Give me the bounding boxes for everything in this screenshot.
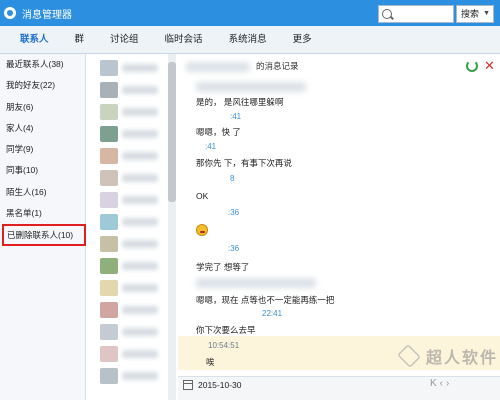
window-title: 消息管理器 [22, 9, 72, 21]
search-button-label: 搜索 [461, 9, 480, 19]
tab-discussion[interactable]: 讨论组 [100, 26, 149, 54]
contact-name-blurred [122, 152, 158, 160]
contact-name-blurred [122, 64, 158, 72]
watermark: 超人软件 [396, 344, 498, 368]
close-icon[interactable]: ✕ [484, 58, 495, 74]
page-navigation[interactable]: K‹› [430, 378, 452, 389]
group-friends[interactable]: 朋友(6) [0, 97, 85, 118]
contact-name-blurred [122, 284, 158, 292]
avatar[interactable] [100, 302, 118, 318]
qq-app-icon [4, 7, 16, 19]
contact-name-blurred [122, 350, 158, 358]
history-header: 的消息记录 [256, 61, 299, 71]
contact-name-blurred [186, 62, 250, 72]
avatar[interactable] [100, 346, 118, 362]
refresh-icon[interactable] [466, 60, 478, 72]
contact-name-blurred [122, 328, 158, 336]
message-time: :36 [228, 244, 240, 253]
tab-temp-chat[interactable]: 临时会话 [155, 26, 213, 54]
group-my-friends[interactable]: 我的好友(22) [0, 75, 85, 96]
contact-name-blurred [122, 218, 158, 226]
tab-bar: 联系人 群 讨论组 临时会话 系统消息 更多 [0, 26, 500, 54]
sender-line-blurred [196, 278, 316, 288]
contact-name-blurred [122, 306, 158, 314]
contact-name-blurred [122, 108, 158, 116]
contact-list-scroll-thumb[interactable] [168, 62, 176, 202]
sender-line-blurred [196, 82, 306, 92]
group-recent[interactable]: 最近联系人(38) [0, 54, 85, 75]
message-text: OK [196, 191, 209, 201]
avatar[interactable] [100, 258, 118, 274]
message-time: 22:41 [262, 309, 283, 318]
message-time: :36 [228, 208, 240, 217]
avatar[interactable] [100, 60, 118, 76]
avatar[interactable] [100, 104, 118, 120]
chevron-down-icon[interactable]: ▼ [483, 6, 490, 22]
message-text: 那你先 下，有事下次再说 [196, 158, 292, 168]
calendar-icon[interactable] [183, 380, 193, 390]
message-text: 是的， 是风往哪里躲啊 [196, 97, 284, 107]
contact-name-blurred [122, 262, 158, 270]
contact-list [86, 54, 172, 400]
avatar[interactable] [100, 148, 118, 164]
group-family[interactable]: 家人(4) [0, 118, 85, 139]
avatar[interactable] [100, 82, 118, 98]
tab-contacts[interactable]: 联系人 [10, 26, 59, 54]
history-date[interactable]: 2015-10-30 [198, 380, 241, 390]
watermark-text: 超人软件 [426, 350, 499, 367]
message-text: 学完了 想等了 [196, 262, 250, 272]
contact-name-blurred [122, 240, 158, 248]
contact-name-blurred [122, 130, 158, 138]
avatar[interactable] [100, 280, 118, 296]
group-deleted-contacts[interactable]: 已删除联系人(10) [2, 224, 86, 247]
message-time: :41 [205, 142, 217, 151]
contact-group-list: 最近联系人(38) 我的好友(22) 朋友(6) 家人(4) 同学(9) 同事(… [0, 54, 86, 400]
contact-name-blurred [122, 372, 158, 380]
message-time: 10:54:51 [208, 341, 240, 350]
message-text: 嗯嗯，快 了 [196, 127, 241, 137]
message-text: 唉 [206, 357, 215, 367]
tab-system-messages[interactable]: 系统消息 [219, 26, 277, 54]
group-strangers[interactable]: 陌生人(16) [0, 182, 85, 203]
avatar[interactable] [100, 324, 118, 340]
emoji-icon [196, 224, 208, 236]
message-time: 8 [230, 174, 235, 183]
message-text: 你下次要么去早 [196, 325, 256, 335]
contact-name-blurred [122, 86, 158, 94]
avatar[interactable] [100, 192, 118, 208]
search-icon [382, 9, 392, 19]
group-classmates[interactable]: 同学(9) [0, 139, 85, 160]
diamond-logo-icon [397, 344, 421, 368]
search-button[interactable]: 搜索 ▼ [456, 5, 494, 23]
avatar[interactable] [100, 214, 118, 230]
contact-name-blurred [122, 174, 158, 182]
group-blacklist[interactable]: 黑名单(1) [0, 203, 85, 224]
message-time: :41 [230, 112, 242, 121]
tab-more[interactable]: 更多 [283, 26, 322, 54]
message-text: 嗯嗯，现在 点等也不一定能再练一把 [196, 295, 335, 305]
contact-name-blurred [122, 196, 158, 204]
group-colleagues[interactable]: 同事(10) [0, 160, 85, 181]
avatar[interactable] [100, 236, 118, 252]
avatar[interactable] [100, 368, 118, 384]
search-input[interactable] [378, 5, 454, 23]
tab-groups[interactable]: 群 [65, 26, 95, 54]
avatar[interactable] [100, 126, 118, 142]
avatar[interactable] [100, 170, 118, 186]
